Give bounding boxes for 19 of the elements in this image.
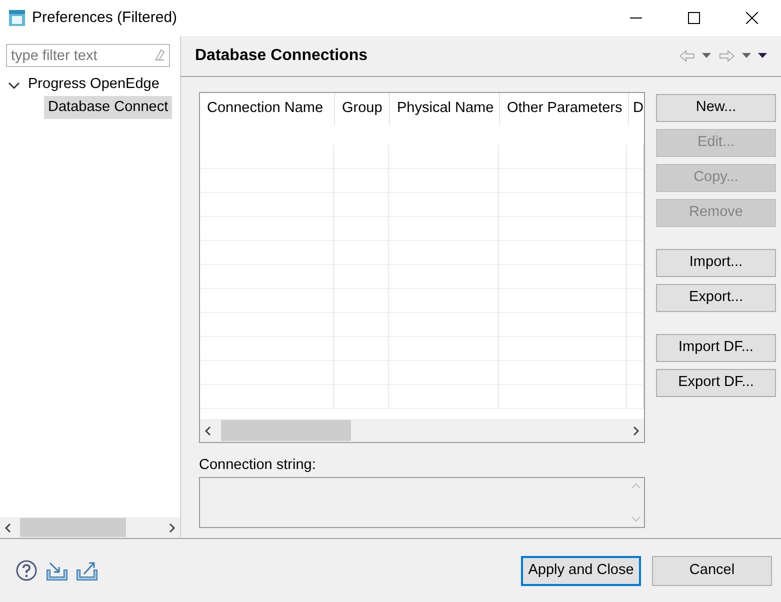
- window-title: Preferences (Filtered): [32, 8, 178, 28]
- connections-table[interactable]: Connection Name Group Physical Name Other Parameters D: [199, 92, 645, 443]
- side-button[interactable]: Export DF...: [656, 369, 776, 397]
- dialog-button[interactable]: Cancel: [652, 556, 772, 586]
- column-header[interactable]: Physical Name: [390, 93, 500, 125]
- filter-field[interactable]: type filter text: [6, 44, 170, 67]
- column-header[interactable]: D: [629, 93, 646, 125]
- tree-item[interactable]: Progress OpenEdge: [24, 73, 164, 96]
- side-button[interactable]: Import DF...: [656, 334, 776, 362]
- dialog-button[interactable]: Apply and Close: [521, 556, 641, 586]
- page-title: Database Connections: [195, 46, 368, 66]
- side-button[interactable]: Export...: [656, 284, 776, 312]
- connection-string-label: Connection string:: [199, 456, 317, 475]
- tree-item[interactable]: Database Connect: [44, 96, 172, 119]
- column-header[interactable]: Other Parameters: [500, 93, 629, 125]
- column-header[interactable]: Connection Name: [200, 93, 335, 125]
- side-button[interactable]: New...: [656, 94, 776, 122]
- side-button[interactable]: Import...: [656, 249, 776, 277]
- column-header[interactable]: Group: [335, 93, 390, 125]
